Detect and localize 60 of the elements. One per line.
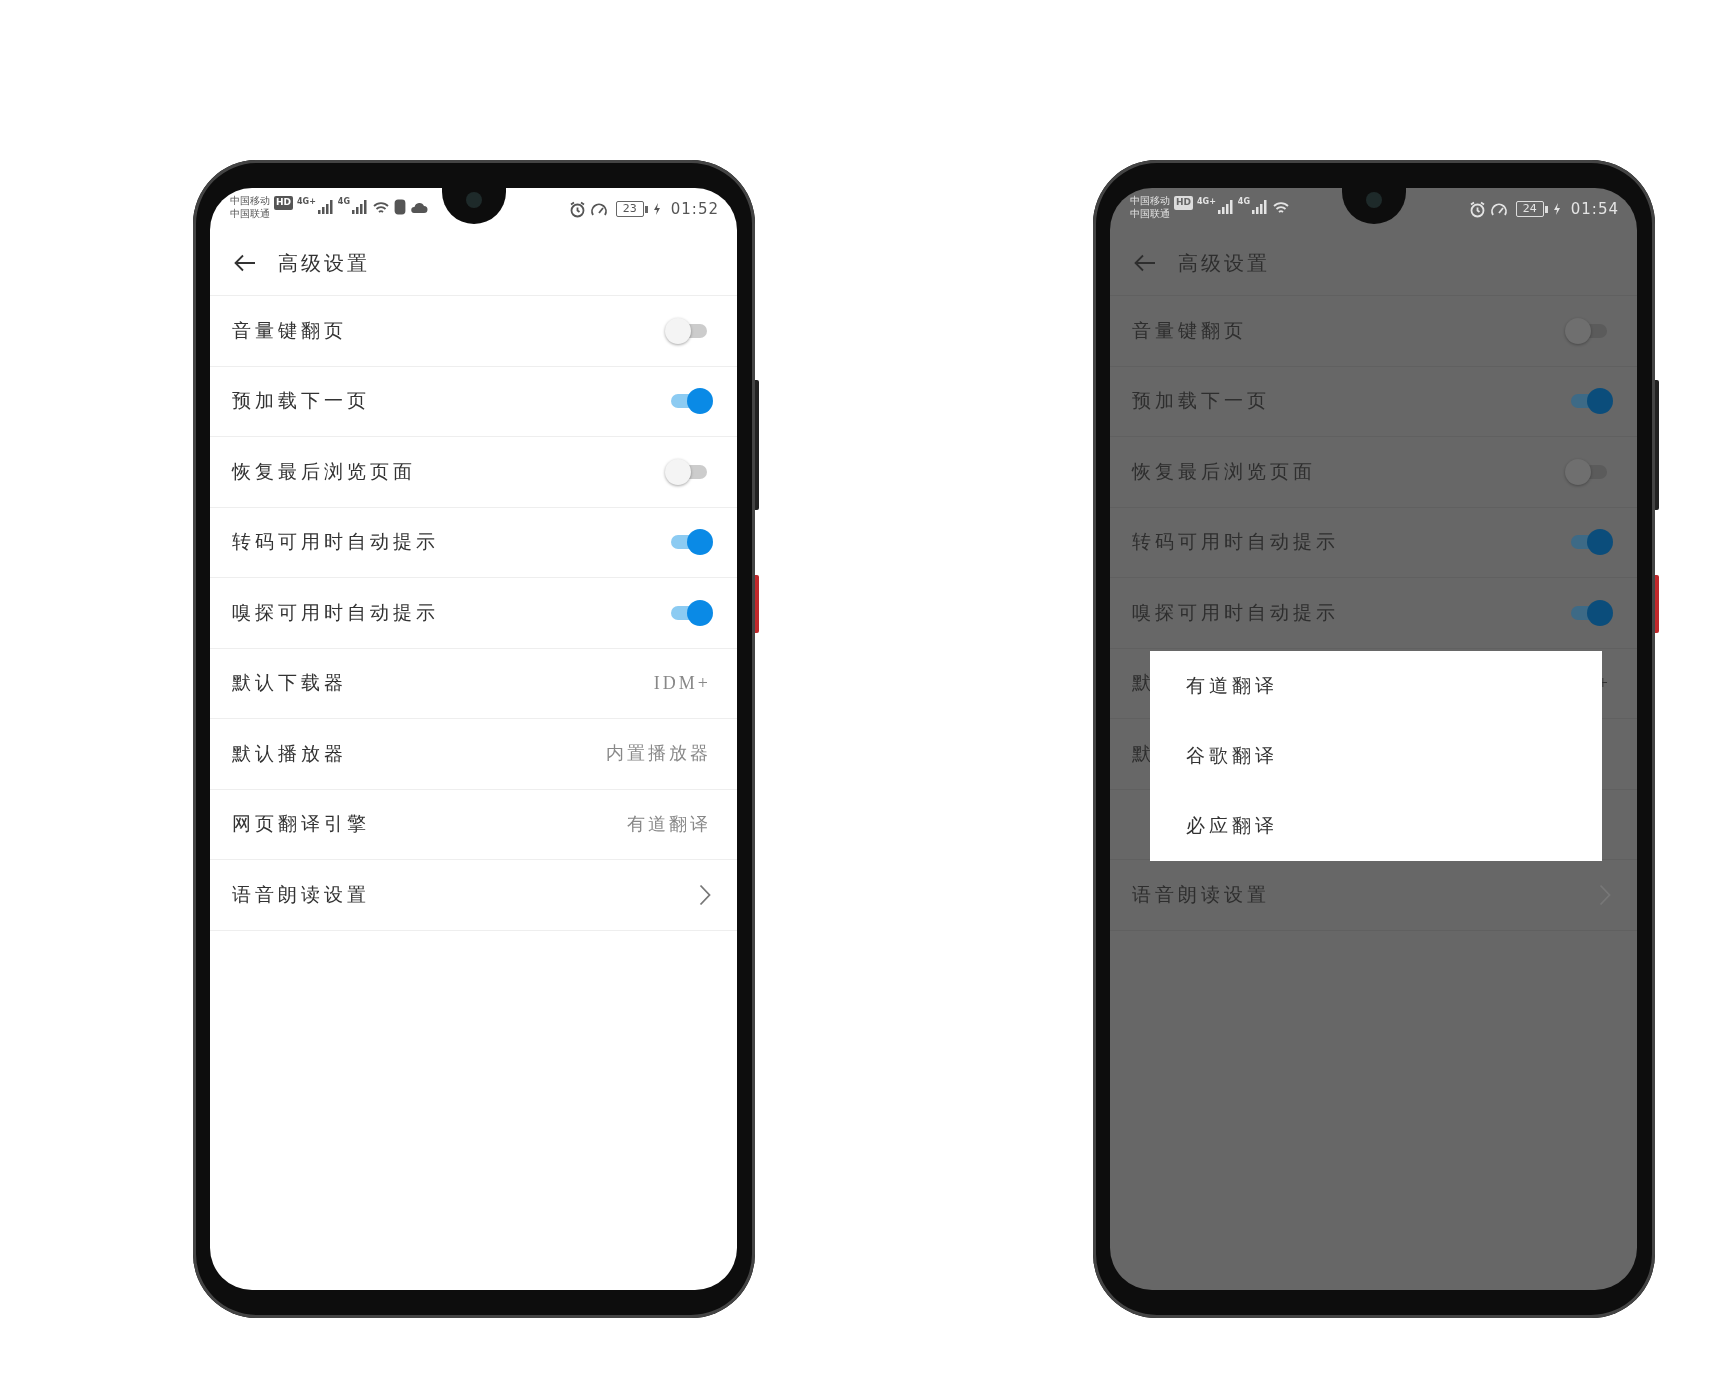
hd-badge: HD xyxy=(1174,196,1193,210)
network-label: 4G+ xyxy=(297,196,316,208)
setting-label: 转码可用时自动提示 xyxy=(1132,530,1339,554)
setting-label: 网页翻译引擎 xyxy=(232,812,370,836)
phone-icon xyxy=(394,199,406,215)
settings-row[interactable]: 默认下载器 IDM+ xyxy=(210,648,737,719)
cloud-icon xyxy=(410,200,428,214)
settings-row[interactable]: 网页翻译引擎 有道翻译 xyxy=(210,789,737,860)
network-label: 4G xyxy=(1237,196,1250,208)
back-arrow-icon[interactable] xyxy=(234,253,256,272)
bolt-icon xyxy=(652,202,661,217)
settings-row[interactable]: 转码可用时自动提示 xyxy=(210,507,737,578)
setting-label: 音量键翻页 xyxy=(232,318,347,343)
settings-row[interactable]: 音量键翻页 xyxy=(210,296,737,367)
setting-label: 语音朗读设置 xyxy=(1132,882,1270,907)
speedometer-icon xyxy=(589,201,608,218)
page-title: 高级设置 xyxy=(1178,250,1270,276)
setting-label: 音量键翻页 xyxy=(1132,318,1247,343)
alarm-clock-icon xyxy=(1468,200,1486,218)
hd-badge: HD xyxy=(274,196,293,210)
setting-label: 预加载下一页 xyxy=(232,389,370,413)
network-label: 4G xyxy=(337,196,350,208)
settings-row[interactable]: 预加载下一页 xyxy=(210,366,737,437)
camera-icon xyxy=(465,192,482,208)
page-title: 高级设置 xyxy=(278,250,370,276)
setting-label: 默认下载器 xyxy=(232,671,347,695)
settings-row[interactable]: 语音朗读设置 xyxy=(210,860,737,931)
chevron-right-icon xyxy=(699,883,711,906)
setting-label: 预加载下一页 xyxy=(1132,389,1270,413)
bolt-icon xyxy=(1552,202,1561,217)
signal-icon xyxy=(351,199,368,215)
signal-icon xyxy=(316,199,334,215)
settings-row[interactable]: 默认播放器 内置播放器 xyxy=(210,719,737,790)
carrier-name: 中国联通 xyxy=(230,207,270,220)
setting-label: 嗅探可用时自动提示 xyxy=(232,600,439,625)
setting-label: 默认播放器 xyxy=(232,741,347,766)
setting-label: 嗅探可用时自动提示 xyxy=(1132,600,1339,625)
network-label: 4G+ xyxy=(1197,196,1216,208)
dialog-option[interactable]: 必应翻译 xyxy=(1150,791,1602,861)
wifi-icon xyxy=(372,199,390,215)
signal-icon xyxy=(1251,199,1268,215)
settings-row[interactable]: 恢复最后浏览页面 xyxy=(210,437,737,508)
setting-value: 内置播放器 xyxy=(606,742,711,766)
speedometer-icon xyxy=(1489,201,1508,218)
clock-time: 01:54 xyxy=(1570,199,1619,220)
wifi-icon xyxy=(1272,199,1290,215)
clock-time: 01:52 xyxy=(670,199,719,220)
setting-label: 恢复最后浏览页面 xyxy=(232,459,416,484)
setting-value: 有道翻译 xyxy=(627,812,711,836)
signal-icon xyxy=(1216,199,1234,215)
carrier-name: 中国移动 xyxy=(230,194,270,207)
alarm-clock-icon xyxy=(568,200,586,218)
setting-label: 恢复最后浏览页面 xyxy=(1132,459,1316,484)
setting-label: 转码可用时自动提示 xyxy=(232,530,439,554)
carrier-name: 中国移动 xyxy=(1130,194,1170,207)
setting-value: IDM+ xyxy=(653,671,711,695)
settings-row[interactable]: 嗅探可用时自动提示 xyxy=(210,578,737,649)
carrier-name: 中国联通 xyxy=(1130,207,1170,220)
camera-icon xyxy=(1365,192,1382,208)
setting-label: 语音朗读设置 xyxy=(232,882,370,907)
